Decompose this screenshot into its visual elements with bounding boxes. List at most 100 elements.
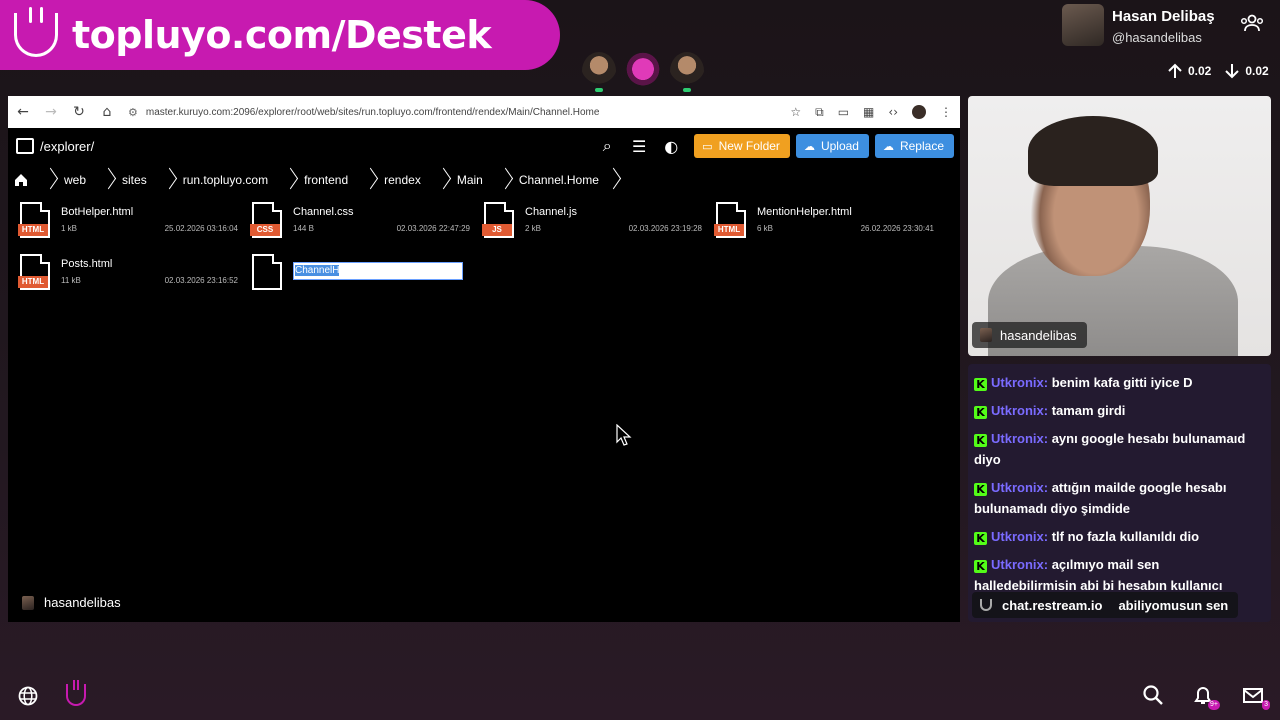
breadcrumb-item[interactable]: Channel.Home <box>487 168 631 192</box>
kick-icon: K <box>974 378 987 391</box>
file-size: 1 kB <box>61 224 78 233</box>
smile-logo-icon[interactable] <box>66 680 86 706</box>
browser-window: ← → ↻ ⌂ ⚙ master.kuruyo.com:2096/explore… <box>8 96 960 622</box>
forward-icon[interactable]: → <box>44 105 58 119</box>
chat-message: K Utkronix: attığın mailde google hesabı … <box>974 480 1227 516</box>
chat-user: Utkronix <box>991 480 1044 495</box>
rename-input-value: ChannelH <box>295 265 340 276</box>
chat-text: abiliyomusun sen <box>1118 597 1229 613</box>
file-size: 11 kB <box>61 276 81 285</box>
breadcrumb-item[interactable]: Main <box>425 168 487 192</box>
file-date: 02.03.2026 23:19:28 <box>628 224 702 233</box>
star-icon[interactable]: ☆ <box>790 105 801 119</box>
theme-toggle-icon[interactable]: ◐ <box>658 134 684 158</box>
promo-banner: topluyo.com/Destek <box>0 0 560 70</box>
file-date: 02.03.2026 22:47:29 <box>396 224 470 233</box>
file-type-tag: CSS <box>250 224 280 236</box>
kick-icon: K <box>974 483 987 496</box>
breadcrumb-label: Main <box>456 173 483 187</box>
replace-button[interactable]: ☁ Replace <box>874 134 954 158</box>
mouse-cursor-icon <box>616 424 632 446</box>
reload-icon[interactable]: ↻ <box>72 105 86 119</box>
address-bar[interactable]: ⚙ master.kuruyo.com:2096/explorer/root/w… <box>128 100 776 124</box>
new-file-item[interactable]: ChannelH <box>250 254 470 294</box>
folder-plus-icon: ▭ <box>702 139 713 153</box>
file-name: MentionHelper.html <box>757 206 852 218</box>
chat-user: Utkronix <box>991 403 1044 418</box>
network-stats: 0.02 0.02 <box>1166 62 1277 80</box>
file-item[interactable]: HTML Posts.html 11 kB 02.03.2026 23:16:5… <box>18 254 238 294</box>
kick-icon: K <box>974 532 987 545</box>
profile-avatar[interactable] <box>912 105 926 119</box>
people-icon[interactable] <box>1240 14 1264 32</box>
chat-panel: K Utkronix: benim kafa gitti iyice D K Utk… <box>968 364 1271 622</box>
qr-icon[interactable]: ▦ <box>863 105 874 119</box>
streamer-handle: @hasandelibas <box>1112 30 1202 45</box>
list-view-icon[interactable]: ☰ <box>626 134 652 158</box>
upload-value: 0.02 <box>1188 64 1212 78</box>
code-icon[interactable]: ‹› <box>888 105 898 119</box>
kick-icon: K <box>974 560 987 573</box>
avatar[interactable] <box>626 52 660 90</box>
explorer-user-name: hasandelibas <box>44 595 121 610</box>
file-item[interactable]: JS Channel.js 2 kB 02.03.2026 23:19:28 <box>482 202 702 242</box>
arrow-up-icon <box>1168 63 1182 78</box>
file-size: 144 B <box>293 224 314 233</box>
chat-message: K Utkronix: açılmıyo mail sen halledebili… <box>974 557 1223 593</box>
file-date: 25.02.2026 03:16:04 <box>164 224 238 233</box>
avatar <box>1062 4 1104 46</box>
file-item[interactable]: HTML MentionHelper.html 6 kB 26.02.2026 … <box>714 202 934 242</box>
home-icon[interactable] <box>14 173 28 187</box>
chat-user: Utkronix <box>991 431 1044 446</box>
file-type-tag: HTML <box>714 224 744 236</box>
kick-icon: K <box>974 434 987 447</box>
restream-icon <box>980 599 992 611</box>
globe-icon[interactable] <box>18 686 38 706</box>
extensions-icon[interactable]: ⧉ <box>815 105 824 120</box>
chat-user: Utkronix <box>991 557 1044 572</box>
site-settings-icon[interactable]: ⚙ <box>128 106 138 119</box>
file-name: Channel.css <box>293 206 354 218</box>
explorer-user: hasandelibas <box>22 595 121 610</box>
file-name: Posts.html <box>61 258 113 270</box>
avatar[interactable] <box>670 52 704 92</box>
home-icon[interactable]: ⌂ <box>100 105 114 119</box>
breadcrumb-label: web <box>64 173 87 187</box>
webcam-label: hasandelibas <box>972 322 1087 348</box>
file-date: 26.02.2026 23:30:41 <box>860 224 934 233</box>
avatar <box>22 595 34 610</box>
chat-message: K Utkronix: tlf no fazla kullanıldı dio <box>974 526 1265 547</box>
breadcrumb-item[interactable]: frontend <box>272 168 352 192</box>
breadcrumb-label: frontend <box>304 173 349 187</box>
avatar <box>980 328 992 342</box>
devices-icon[interactable]: ▭ <box>838 105 849 119</box>
viewer-avatars <box>582 52 704 92</box>
blank-file-icon <box>252 254 282 290</box>
menu-icon[interactable]: ⋮ <box>940 105 952 119</box>
bottom-right-icons: 9+ 3 <box>1142 684 1270 710</box>
upload-button[interactable]: ☁ Upload <box>795 134 869 158</box>
breadcrumb-item[interactable]: rendex <box>352 168 425 192</box>
file-size: 6 kB <box>757 224 774 233</box>
file-item[interactable]: CSS Channel.css 144 B 02.03.2026 22:47:2… <box>250 202 470 242</box>
banner-title: topluyo.com/Destek <box>72 13 492 57</box>
rename-input[interactable]: ChannelH <box>293 262 463 280</box>
browser-toolbar: ← → ↻ ⌂ ⚙ master.kuruyo.com:2096/explore… <box>8 96 960 128</box>
avatar[interactable] <box>582 52 616 92</box>
folder-search-icon <box>16 138 34 154</box>
cloud-upload-icon: ☁ <box>803 139 815 153</box>
smile-logo-icon <box>14 7 58 57</box>
search-icon[interactable]: ⌕ <box>594 134 620 158</box>
new-folder-label: New Folder <box>718 139 780 153</box>
bell-icon[interactable]: 9+ <box>1192 684 1220 710</box>
mail-icon[interactable]: 3 <box>1242 684 1270 710</box>
breadcrumb-item[interactable]: run.topluyo.com <box>151 168 272 192</box>
new-folder-button[interactable]: ▭ New Folder <box>694 134 790 158</box>
breadcrumb-label: rendex <box>384 173 421 187</box>
breadcrumb-item[interactable]: web <box>32 168 90 192</box>
breadcrumb-item[interactable]: sites <box>90 168 151 192</box>
file-item[interactable]: HTML BotHelper.html 1 kB 25.02.2026 03:1… <box>18 202 238 242</box>
back-icon[interactable]: ← <box>16 105 30 119</box>
search-icon[interactable] <box>1142 684 1164 706</box>
replace-label: Replace <box>899 139 944 153</box>
